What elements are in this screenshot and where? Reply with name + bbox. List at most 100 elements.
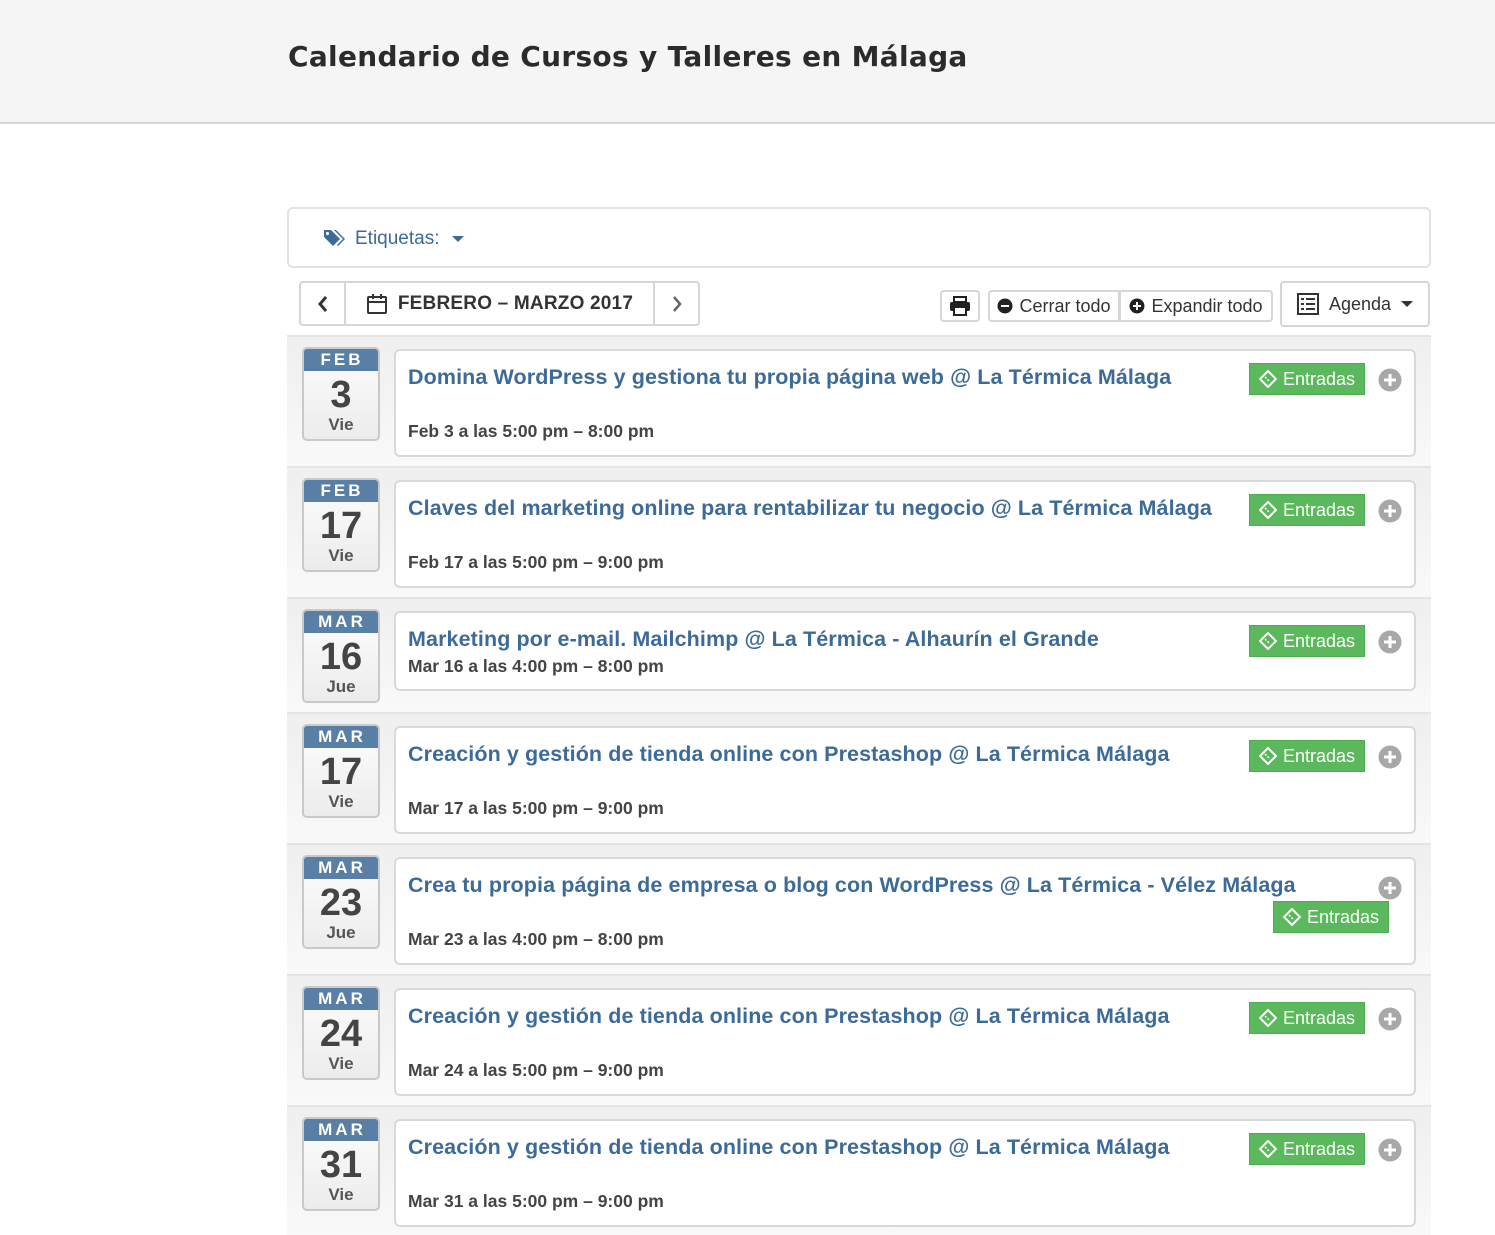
event-title[interactable]: Domina WordPress y gestiona tu propia pá… [408,365,1171,390]
event-row: MAR 24 Vie Creación y gestión de tienda … [287,974,1431,1105]
chevron-down-icon [1401,301,1414,307]
event-time: Mar 24 a las 5:00 pm – 9:00 pm [408,1060,664,1080]
ticket-icon [1258,1009,1277,1027]
prev-button[interactable] [299,281,346,326]
tickets-label: Entradas [1306,906,1380,927]
event-card[interactable]: Creación y gestión de tienda online con … [394,1119,1416,1227]
collapse-expand-group: Cerrar todo Expandir todo [988,290,1273,322]
tickets-button[interactable]: Entradas [1249,740,1365,772]
date-badge: MAR 31 Vie [302,1117,380,1211]
ticket-icon [1258,747,1277,765]
expand-all-label: Expandir todo [1151,295,1263,316]
event-title[interactable]: Creación y gestión de tienda online con … [408,1135,1170,1160]
tickets-button[interactable]: Entradas [1249,363,1365,395]
minus-circle-icon [997,298,1013,314]
chevron-down-icon [451,236,464,242]
date-day: 23 [319,882,363,924]
plus-circle-icon [1129,298,1145,314]
expand-event-icon[interactable] [1378,630,1402,654]
tickets-button[interactable]: Entradas [1249,1133,1365,1165]
date-weekday: Vie [328,546,354,565]
event-title[interactable]: Crea tu propia página de empresa o blog … [408,873,1296,898]
collapse-all-label: Cerrar todo [1019,295,1111,316]
event-time: Mar 16 a las 4:00 pm – 8:00 pm [408,656,664,676]
date-month: FEB [304,349,378,371]
view-selector[interactable]: Agenda [1280,281,1430,327]
page-header: Calendario de Cursos y Talleres en Málag… [0,0,1495,124]
event-title[interactable]: Creación y gestión de tienda online con … [408,1004,1170,1029]
event-time: Feb 17 a las 5:00 pm – 9:00 pm [408,552,664,572]
event-row: FEB 17 Vie Claves del marketing online p… [287,466,1431,597]
event-card[interactable]: Claves del marketing online para rentabi… [394,480,1416,588]
date-day: 31 [319,1144,363,1186]
date-month: MAR [304,726,378,748]
date-month: MAR [304,988,378,1010]
tickets-label: Entradas [1282,499,1356,520]
page-title: Calendario de Cursos y Talleres en Málag… [288,40,968,73]
expand-event-icon[interactable] [1378,745,1402,769]
tickets-button[interactable]: Entradas [1249,1002,1365,1034]
tickets-button[interactable]: Entradas [1249,625,1365,657]
expand-event-icon[interactable] [1378,368,1402,392]
event-title[interactable]: Marketing por e-mail. Mailchimp @ La Tér… [408,627,1099,652]
event-card[interactable]: Crea tu propia página de empresa o blog … [394,857,1416,965]
agenda-list-icon [1296,293,1319,315]
tags-label: Etiquetas: [355,228,440,249]
ticket-icon [1258,632,1277,650]
filter-bar: Etiquetas: [287,207,1431,268]
next-button[interactable] [655,281,700,326]
event-card[interactable]: Creación y gestión de tienda online con … [394,988,1416,1096]
tickets-label: Entradas [1282,630,1356,651]
date-weekday: Vie [328,1185,354,1204]
calendar-toolbar: FEBRERO – MARZO 2017 Cerrar todo Expandi… [299,281,1431,327]
date-weekday: Vie [328,792,354,811]
expand-event-icon[interactable] [1378,1138,1402,1162]
print-button[interactable] [940,290,980,322]
print-icon [950,296,970,316]
date-badge: MAR 24 Vie [302,986,380,1080]
calendar-icon [366,293,387,314]
event-row: MAR 17 Vie Creación y gestión de tienda … [287,712,1431,843]
event-card[interactable]: Domina WordPress y gestiona tu propia pá… [394,349,1416,457]
date-month: FEB [304,480,378,502]
date-range-label: FEBRERO – MARZO 2017 [397,292,634,314]
date-navigation: FEBRERO – MARZO 2017 [299,281,700,326]
date-badge: FEB 17 Vie [302,478,380,572]
event-card[interactable]: Creación y gestión de tienda online con … [394,726,1416,834]
date-day: 24 [319,1013,363,1055]
date-month: MAR [304,611,378,633]
ticket-icon [1282,908,1301,926]
event-card[interactable]: Marketing por e-mail. Mailchimp @ La Tér… [394,611,1416,691]
date-badge: MAR 17 Vie [302,724,380,818]
event-time: Mar 23 a las 4:00 pm – 8:00 pm [408,929,664,949]
tickets-label: Entradas [1282,1007,1356,1028]
event-row: MAR 31 Vie Creación y gestión de tienda … [287,1105,1431,1235]
expand-all-button[interactable]: Expandir todo [1120,290,1273,322]
expand-event-icon[interactable] [1378,1007,1402,1031]
date-range-button[interactable]: FEBRERO – MARZO 2017 [346,281,655,326]
date-weekday: Jue [326,923,356,942]
date-day: 3 [330,374,352,416]
expand-event-icon[interactable] [1378,876,1402,900]
date-day: 17 [319,505,363,547]
date-weekday: Jue [326,677,356,696]
date-day: 16 [319,636,363,678]
tickets-button[interactable]: Entradas [1249,494,1365,526]
ticket-icon [1258,501,1277,519]
event-row: FEB 3 Vie Domina WordPress y gestiona tu… [287,335,1431,466]
tickets-button[interactable]: Entradas [1273,901,1389,933]
tags-dropdown[interactable]: Etiquetas: [323,228,464,250]
date-day: 17 [319,751,363,793]
event-row: MAR 16 Jue Marketing por e-mail. Mailchi… [287,597,1431,712]
tickets-label: Entradas [1282,1138,1356,1159]
event-title[interactable]: Creación y gestión de tienda online con … [408,742,1170,767]
date-month: MAR [304,857,378,879]
ticket-icon [1258,370,1277,388]
tickets-label: Entradas [1282,745,1356,766]
collapse-all-button[interactable]: Cerrar todo [988,290,1120,322]
event-time: Mar 17 a las 5:00 pm – 9:00 pm [408,798,664,818]
date-badge: MAR 23 Jue [302,855,380,949]
chevron-right-icon [672,295,682,312]
event-title[interactable]: Claves del marketing online para rentabi… [408,496,1212,521]
expand-event-icon[interactable] [1378,499,1402,523]
